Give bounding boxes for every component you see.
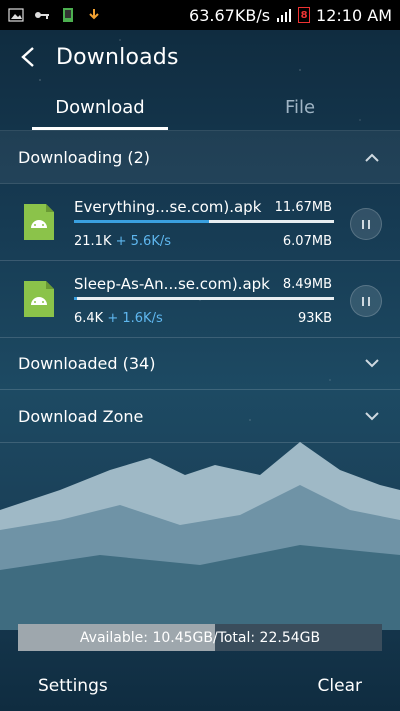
downloaded-size: 6.07MB [282,234,332,249]
downloaded-section-header[interactable]: Downloaded (34) [0,337,400,389]
downloaded-size: 93KB [298,311,332,326]
downloading-section-header[interactable]: Downloading (2) [0,130,400,183]
download-item[interactable]: Sleep-As-An...se.com).apk 8.49MB 6.4K + … [0,260,400,337]
signal-icon [277,9,292,22]
tab-download[interactable]: Download [0,84,200,130]
pause-button[interactable] [350,208,382,240]
download-progress-bar [74,297,334,300]
page-title: Downloads [56,44,179,70]
apk-file-icon [24,281,54,317]
download-speed: 6.4K + 1.6K/s [74,311,163,326]
tab-file[interactable]: File [200,84,400,130]
file-name: Sleep-As-An...se.com).apk [74,275,270,293]
image-icon [8,8,24,22]
download-rate: + 5.6K/s [115,234,172,249]
battery-icon: 8 [298,7,311,23]
clear-button[interactable]: Clear [318,676,362,696]
clock: 12:10 AM [316,5,392,25]
download-zone-section-header[interactable]: Download Zone [0,389,400,443]
downloaded-amount: 21.1K [74,234,112,249]
bottom-bar: Settings Clear [0,660,400,711]
tab-bar: Download File [0,84,400,130]
progress-fill [74,220,210,223]
storage-text: Available: 10.45GB/Total: 22.54GB [79,629,321,646]
chevron-up-icon [362,147,382,167]
downloaded-header-label: Downloaded (34) [18,354,156,373]
status-bar: 63.67KB/s 8 12:10 AM [0,0,400,30]
settings-button[interactable]: Settings [38,676,108,696]
apk-file-icon [24,204,54,240]
background-mountain [0,442,400,630]
back-arrow-icon [21,47,34,67]
back-button[interactable] [0,30,56,84]
progress-fill [74,297,77,300]
key-icon [35,12,49,19]
downloading-header-label: Downloading (2) [18,147,151,167]
chevron-down-icon [362,354,382,374]
storage-bar: Available: 10.45GB/Total: 22.54GB [18,624,382,651]
sd-card-icon [63,8,73,22]
file-name: Everything...se.com).apk [74,198,262,216]
chevron-down-icon [362,406,382,426]
download-zone-header-label: Download Zone [18,406,144,426]
downloaded-amount: 6.4K [74,311,104,326]
download-progress-bar [74,220,334,223]
download-rate: + 1.6K/s [107,311,163,326]
file-total-size: 8.49MB [282,277,332,292]
download-item[interactable]: Everything...se.com).apk 11.67MB 21.1K +… [0,183,400,260]
network-speed: 63.67KB/s [189,5,271,25]
app-bar: Downloads [0,30,400,84]
file-total-size: 11.67MB [274,200,332,215]
download-speed: 21.1K + 5.6K/s [74,234,171,249]
download-arrow-icon [89,9,99,20]
pause-button[interactable] [350,285,382,317]
